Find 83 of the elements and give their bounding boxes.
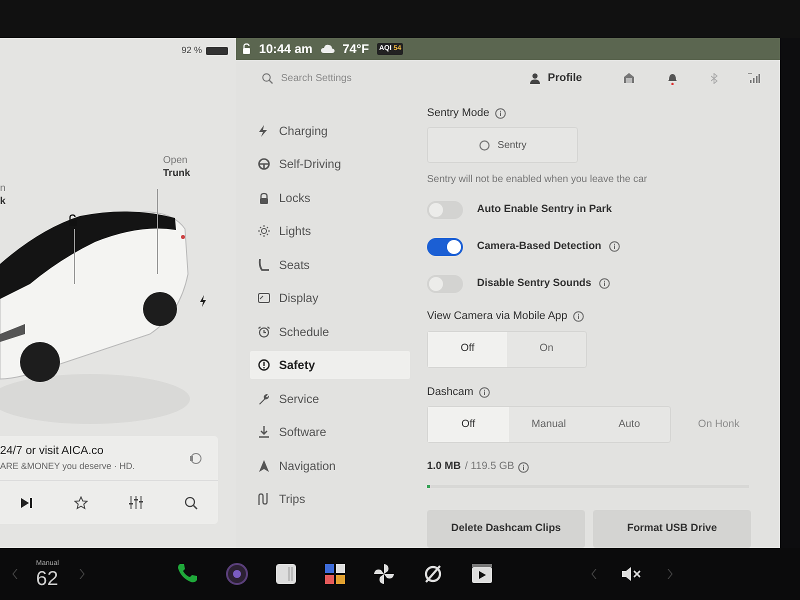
toggle-switch[interactable] [427, 200, 463, 219]
toggle-label: Camera-Based Detection [477, 238, 602, 254]
person-icon [530, 72, 540, 84]
search-field[interactable]: Search Settings [281, 70, 481, 86]
exclamation-circle-icon [258, 359, 270, 371]
delete-button[interactable]: Delete Dashcam Clips [427, 510, 585, 548]
star-icon[interactable] [74, 496, 88, 510]
info-icon[interactable] [599, 278, 610, 290]
sidebar-item[interactable]: Safety [250, 351, 410, 379]
app-grid-icon[interactable] [324, 563, 346, 585]
steering-wheel-icon [258, 158, 270, 170]
sidebar-item[interactable]: Charging [250, 116, 410, 144]
sidebar-item[interactable]: Lights [250, 217, 410, 245]
info-icon[interactable] [609, 241, 620, 252]
sidebar-item[interactable]: Display [250, 284, 410, 312]
skip-next-icon[interactable] [20, 498, 32, 508]
section-title: Sentry Mode [427, 106, 490, 121]
lightning-icon [258, 124, 270, 136]
toggle-switch[interactable] [427, 238, 463, 256]
signal-icon [748, 73, 760, 84]
sidebar-item[interactable]: Software [250, 418, 410, 446]
leader-line [74, 229, 75, 284]
app-tile-icon[interactable] [274, 563, 297, 585]
clock-time: 10:44 am [259, 40, 313, 58]
sidebar-item[interactable]: Seats [250, 250, 410, 278]
equalizer-icon[interactable] [128, 496, 142, 509]
fan-icon[interactable] [372, 563, 395, 585]
toggle-label: Disable Sentry Sounds [477, 276, 592, 291]
toggle-label: Auto Enable Sentry in Park [477, 202, 612, 217]
info-icon[interactable] [495, 108, 506, 118]
outside-temperature: 74°F [342, 40, 370, 58]
garage-icon[interactable] [624, 73, 634, 84]
battery-icon [206, 47, 228, 55]
bell-icon[interactable] [668, 72, 677, 85]
video-icon[interactable] [470, 563, 493, 585]
profile-button[interactable]: Profile [530, 70, 582, 87]
info-icon[interactable] [573, 311, 584, 322]
segment-option[interactable]: Off [428, 407, 508, 442]
sentry-note: Sentry will not be enabled when you leave the car [427, 173, 648, 188]
sidebar-item[interactable]: Service [250, 384, 410, 412]
trunk-label-line[interactable]: k [0, 195, 6, 208]
navigation-arrow-icon [258, 460, 270, 472]
sentry-button[interactable]: Sentry [427, 127, 578, 164]
search-icon [262, 72, 273, 84]
storage-total: / 119.5 GB [464, 459, 514, 474]
media-subtitle: ARE &MONEY you deserve · HD. [0, 460, 135, 473]
segment-option[interactable]: On [507, 332, 586, 367]
trunk-label-line[interactable]: n [0, 182, 6, 195]
trunk-label-line[interactable]: Open [163, 154, 190, 167]
battery-percent: 92 % [181, 44, 202, 58]
segment-option[interactable]: Auto [589, 407, 670, 442]
phone-icon[interactable] [176, 563, 199, 585]
section-title: View Camera via Mobile App [427, 309, 568, 324]
search-icon[interactable] [184, 496, 198, 510]
format-button[interactable]: Format USB Drive [593, 510, 751, 548]
info-icon[interactable] [479, 386, 490, 398]
info-icon[interactable] [518, 462, 530, 473]
circle-icon [478, 140, 490, 151]
sidebar-item[interactable]: Trips [250, 485, 410, 513]
sidebar-item[interactable]: Schedule [250, 318, 410, 346]
trunk-label-line[interactable]: Trunk [163, 167, 190, 180]
cabin-temperature[interactable]: 62 [36, 569, 59, 590]
sidebar-item[interactable]: Navigation [250, 452, 410, 480]
hd-radio-icon[interactable] [189, 452, 202, 464]
wrench-icon [258, 392, 270, 404]
media-title: 24/7 or visit AICA.co [0, 444, 105, 459]
section-title: Dashcam [427, 384, 474, 400]
display-icon [258, 292, 270, 304]
sidebar-item[interactable]: Locks [250, 184, 410, 212]
lightning-icon [199, 295, 207, 307]
download-icon [258, 426, 270, 438]
camera-icon[interactable] [226, 563, 248, 585]
segment-option[interactable]: Manual [508, 407, 589, 442]
light-icon [258, 225, 270, 237]
alarm-clock-icon [258, 326, 270, 338]
route-icon [258, 493, 270, 505]
storage-used: 1.0 MB [427, 459, 461, 474]
seat-icon [258, 258, 270, 270]
cloud-icon [320, 44, 335, 54]
toggle-switch[interactable] [427, 274, 463, 293]
mute-icon[interactable] [622, 567, 642, 581]
sidebar-item[interactable]: Self-Driving [250, 150, 410, 178]
segment-option[interactable]: Off [428, 332, 507, 367]
